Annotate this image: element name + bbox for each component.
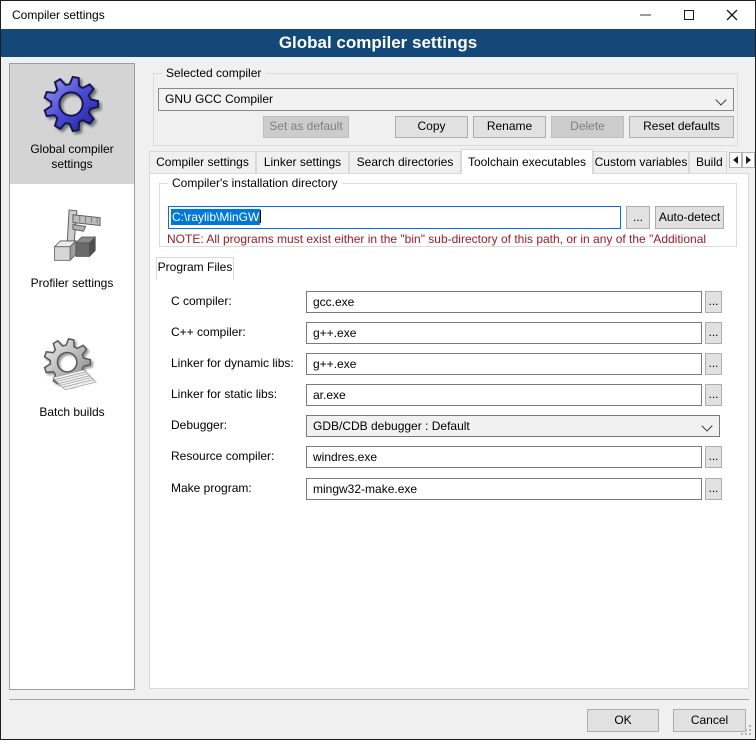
sidebar-item-label: Profiler settings	[27, 276, 118, 291]
auto-detect-button[interactable]: Auto-detect	[655, 206, 724, 229]
window-controls	[624, 1, 753, 29]
gray-gear-papers-icon	[41, 337, 103, 399]
c-compiler-input[interactable]: gcc.exe	[306, 291, 702, 313]
tab-scroll-left-button[interactable]	[729, 152, 742, 168]
settings-category-list: Global compiler settings	[9, 63, 135, 690]
close-button[interactable]	[710, 1, 753, 29]
arrow-left-icon	[733, 156, 738, 164]
selected-compiler-group-label: Selected compiler	[162, 66, 265, 81]
make-program-browse-button[interactable]: ...	[705, 478, 722, 500]
maximize-button[interactable]	[667, 1, 710, 29]
make-program-label: Make program:	[171, 481, 252, 496]
ok-button[interactable]: OK	[587, 709, 659, 732]
c-compiler-browse-button[interactable]: ...	[705, 291, 722, 313]
delete-button[interactable]: Delete	[551, 116, 624, 138]
linker-dynamic-label: Linker for dynamic libs:	[171, 356, 294, 371]
tab-build-options[interactable]: Build options	[689, 151, 727, 174]
reset-defaults-button[interactable]: Reset defaults	[629, 116, 734, 138]
title-bar: Compiler settings	[1, 1, 755, 29]
cpp-compiler-browse-button[interactable]: ...	[705, 322, 722, 344]
installation-directory-value: C:\raylib\MinGW	[171, 209, 260, 225]
sidebar-item-profiler-settings[interactable]: Profiler settings	[10, 198, 134, 291]
installation-directory-group-label: Compiler's installation directory	[168, 176, 342, 191]
close-icon	[726, 9, 738, 21]
resize-grip[interactable]	[741, 725, 751, 735]
make-program-input[interactable]: mingw32-make.exe	[306, 478, 702, 500]
selected-compiler-dropdown[interactable]: GNU GCC Compiler	[158, 88, 734, 111]
chevron-down-icon	[701, 420, 712, 431]
sidebar-item-label: Global compiler settings	[10, 142, 134, 172]
debugger-dropdown[interactable]: GDB/CDB debugger : Default	[306, 415, 720, 437]
linker-dynamic-input[interactable]: g++.exe	[306, 353, 702, 375]
tab-linker-settings[interactable]: Linker settings	[256, 151, 349, 174]
blue-gear-icon	[41, 74, 103, 136]
resource-compiler-browse-button[interactable]: ...	[705, 446, 722, 468]
subtab-program-files[interactable]: Program Files	[156, 257, 234, 280]
resource-compiler-input[interactable]: windres.exe	[306, 446, 702, 468]
footer-divider	[9, 699, 749, 700]
c-compiler-label: C compiler:	[171, 294, 232, 309]
compiler-settings-dialog: Compiler settings Global compiler settin…	[0, 0, 756, 740]
browse-directory-button[interactable]: ...	[626, 206, 650, 229]
sidebar-item-global-compiler-settings[interactable]: Global compiler settings	[10, 64, 134, 184]
text-caret	[260, 210, 261, 223]
cpp-compiler-label: C++ compiler:	[171, 325, 246, 340]
tab-compiler-settings[interactable]: Compiler settings	[149, 151, 256, 174]
note-text: NOTE: All programs must exist either in …	[167, 231, 734, 247]
sidebar-item-label: Batch builds	[35, 405, 108, 420]
maximize-icon	[684, 10, 694, 20]
copy-button[interactable]: Copy	[395, 116, 468, 138]
installation-directory-input[interactable]: C:\raylib\MinGW	[168, 206, 621, 229]
linker-static-label: Linker for static libs:	[171, 387, 277, 402]
page-title: Global compiler settings	[1, 29, 755, 57]
tab-search-directories[interactable]: Search directories	[349, 151, 461, 174]
chevron-down-icon	[715, 94, 726, 105]
arrow-right-icon	[746, 156, 751, 164]
linker-dynamic-browse-button[interactable]: ...	[705, 353, 722, 375]
minimize-button[interactable]	[624, 1, 667, 29]
tab-scroll-right-button[interactable]	[742, 152, 755, 168]
debugger-value: GDB/CDB debugger : Default	[313, 419, 470, 433]
resource-compiler-label: Resource compiler:	[171, 449, 274, 464]
selected-compiler-value: GNU GCC Compiler	[165, 92, 273, 106]
debugger-label: Debugger:	[171, 418, 227, 433]
caliper-icon	[41, 208, 103, 270]
linker-static-input[interactable]: ar.exe	[306, 384, 702, 406]
minimize-icon	[640, 14, 651, 16]
rename-button[interactable]: Rename	[473, 116, 546, 138]
cpp-compiler-input[interactable]: g++.exe	[306, 322, 702, 344]
sidebar-item-batch-builds[interactable]: Batch builds	[10, 327, 134, 420]
tab-toolchain-executables[interactable]: Toolchain executables	[461, 149, 593, 174]
tab-custom-variables[interactable]: Custom variables	[593, 151, 689, 174]
linker-static-browse-button[interactable]: ...	[705, 384, 722, 406]
set-as-default-button[interactable]: Set as default	[263, 116, 349, 138]
window-title: Compiler settings	[12, 1, 105, 29]
cancel-button[interactable]: Cancel	[673, 709, 746, 732]
